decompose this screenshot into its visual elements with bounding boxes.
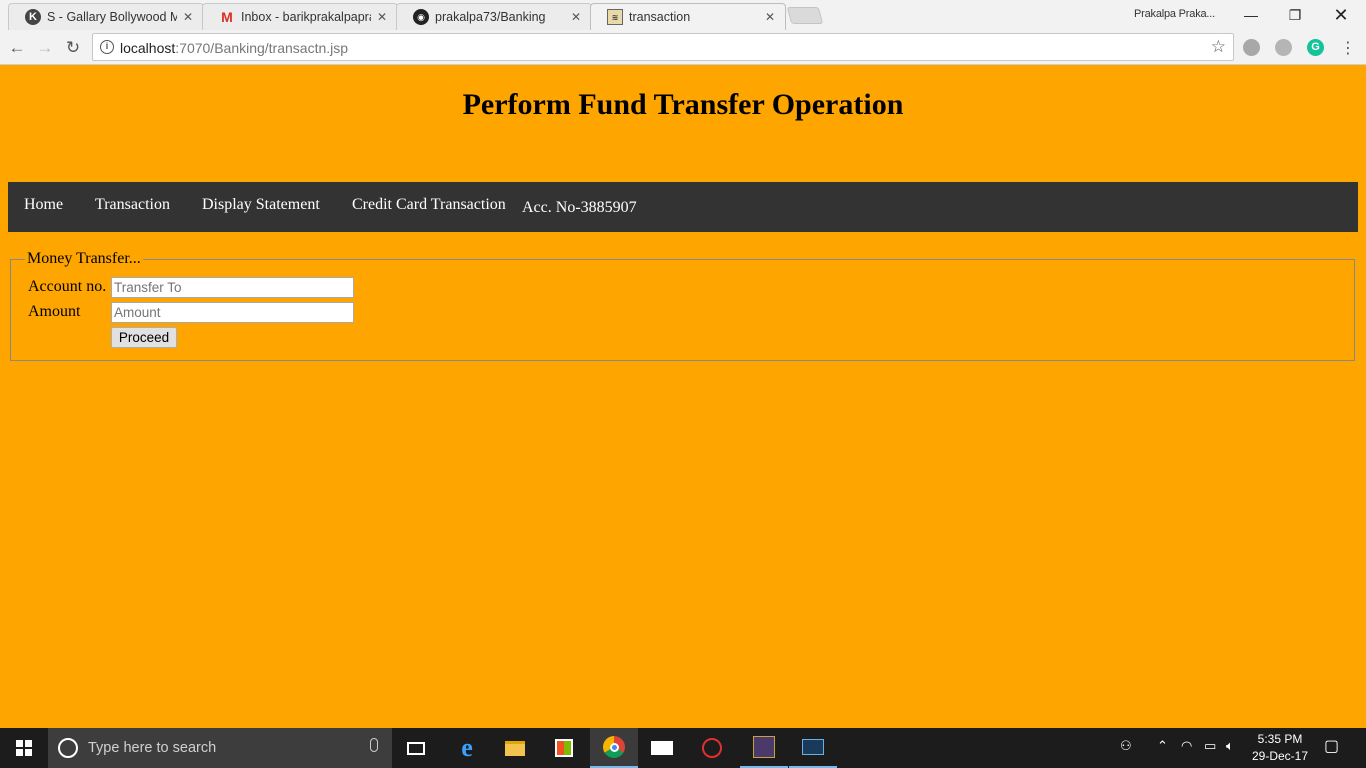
clock-date: 29-Dec-17	[1251, 749, 1309, 763]
address-bar[interactable]: i localhost:7070/Banking/transactn.jsp ☆	[92, 33, 1234, 61]
page-icon: ≋	[607, 9, 623, 25]
restore-icon[interactable]: ❐	[1272, 0, 1318, 30]
bookmark-star-icon[interactable]: ☆	[1211, 37, 1226, 57]
nav-bar: Home Transaction Display Statement Credi…	[8, 182, 1358, 232]
github-icon: ◉	[413, 9, 429, 25]
page-content: Perform Fund Transfer Operation Home Tra…	[0, 66, 1366, 728]
account-input[interactable]	[111, 277, 354, 298]
tab-title: Inbox - barikprakalpaprak	[241, 10, 371, 24]
k-site-icon: K	[25, 9, 41, 25]
wifi-icon[interactable]: ◠	[1181, 738, 1192, 754]
chevron-up-icon[interactable]: ⌃	[1157, 738, 1168, 754]
profile-name[interactable]: Prakalpa Praka...	[1134, 8, 1215, 20]
task-view-icon[interactable]	[392, 728, 440, 768]
browser-tab[interactable]: M Inbox - barikprakalpaprak ✕	[202, 3, 398, 30]
back-icon[interactable]: ←	[5, 36, 29, 60]
close-tab-icon[interactable]: ✕	[763, 10, 777, 24]
browser-toolbar: ← → ↻ i localhost:7070/Banking/transactn…	[0, 30, 1366, 65]
url-host: localhost	[120, 40, 176, 56]
browser-tab-active[interactable]: ≋ transaction ✕	[590, 3, 786, 30]
amount-input[interactable]	[111, 302, 354, 323]
tab-title: transaction	[629, 10, 691, 24]
tab-title: S - Gallary Bollywood Mo	[47, 10, 177, 24]
mail-icon[interactable]	[638, 728, 686, 768]
taskbar-search[interactable]: Type here to search	[48, 728, 392, 768]
cortana-icon	[58, 738, 78, 758]
amount-label: Amount	[28, 303, 81, 320]
url-text[interactable]: localhost:7070/Banking/transactn.jsp	[120, 40, 348, 56]
store-icon[interactable]	[540, 728, 588, 768]
url-path: :7070/Banking/transactn.jsp	[175, 40, 349, 56]
windows-taskbar: Type here to search e ⚇ ⌃ ◠ ▭ 🔈︎ 5:35 PM…	[0, 728, 1366, 768]
gmail-icon: M	[221, 9, 233, 25]
close-tab-icon[interactable]: ✕	[181, 10, 195, 24]
form-legend: Money Transfer...	[25, 250, 143, 268]
close-tab-icon[interactable]: ✕	[375, 10, 389, 24]
menu-icon[interactable]: ⋮	[1336, 36, 1360, 60]
ide-icon[interactable]	[740, 728, 788, 768]
close-window-icon[interactable]: ✕	[1318, 0, 1364, 30]
chrome-icon[interactable]	[590, 728, 638, 768]
windows-logo-icon	[16, 740, 32, 756]
tab-title: prakalpa73/Banking	[435, 10, 546, 24]
system-clock[interactable]: 5:35 PM 29-Dec-17	[1248, 731, 1312, 765]
nav-credit-card-transaction[interactable]: Credit Card Transaction	[352, 196, 506, 214]
extension-icon[interactable]	[1243, 39, 1260, 56]
battery-icon[interactable]: ▭	[1204, 738, 1216, 754]
page-title: Perform Fund Transfer Operation	[462, 88, 904, 121]
people-icon[interactable]: ⚇	[1120, 738, 1132, 754]
nav-display-statement[interactable]: Display Statement	[202, 196, 320, 214]
browser-tab[interactable]: K S - Gallary Bollywood Mo ✕	[8, 3, 204, 30]
volume-icon[interactable]: 🔈︎	[1226, 738, 1234, 754]
microphone-icon[interactable]	[370, 738, 378, 752]
start-button[interactable]	[0, 728, 48, 768]
proceed-button[interactable]: Proceed	[111, 327, 177, 348]
account-label: Account no.	[28, 278, 107, 295]
clock-time: 5:35 PM	[1257, 732, 1303, 746]
forward-icon[interactable]: →	[33, 36, 57, 60]
mysql-icon[interactable]	[789, 728, 837, 768]
extension-icon[interactable]	[1275, 39, 1292, 56]
nav-home[interactable]: Home	[24, 196, 63, 214]
browser-tab[interactable]: ◉ prakalpa73/Banking ✕	[396, 3, 592, 30]
money-transfer-form: Money Transfer... Account no. Amount Pro…	[10, 250, 1355, 361]
nav-transaction[interactable]: Transaction	[95, 196, 170, 214]
search-placeholder: Type here to search	[88, 740, 217, 756]
edge-icon[interactable]: e	[443, 728, 491, 768]
account-number: Acc. No-3885907	[522, 199, 637, 216]
minimize-icon[interactable]: —	[1228, 0, 1274, 30]
reload-icon[interactable]: ↻	[61, 36, 85, 60]
info-icon[interactable]: i	[100, 40, 114, 54]
file-explorer-icon[interactable]	[491, 728, 539, 768]
grammarly-icon[interactable]: G	[1307, 39, 1324, 56]
close-tab-icon[interactable]: ✕	[569, 10, 583, 24]
browser-tab-strip: K S - Gallary Bollywood Mo ✕ M Inbox - b…	[0, 0, 1366, 30]
new-tab-button[interactable]	[786, 7, 824, 24]
notifications-icon[interactable]: ▢	[1324, 736, 1339, 756]
app-red-icon[interactable]	[688, 728, 736, 768]
